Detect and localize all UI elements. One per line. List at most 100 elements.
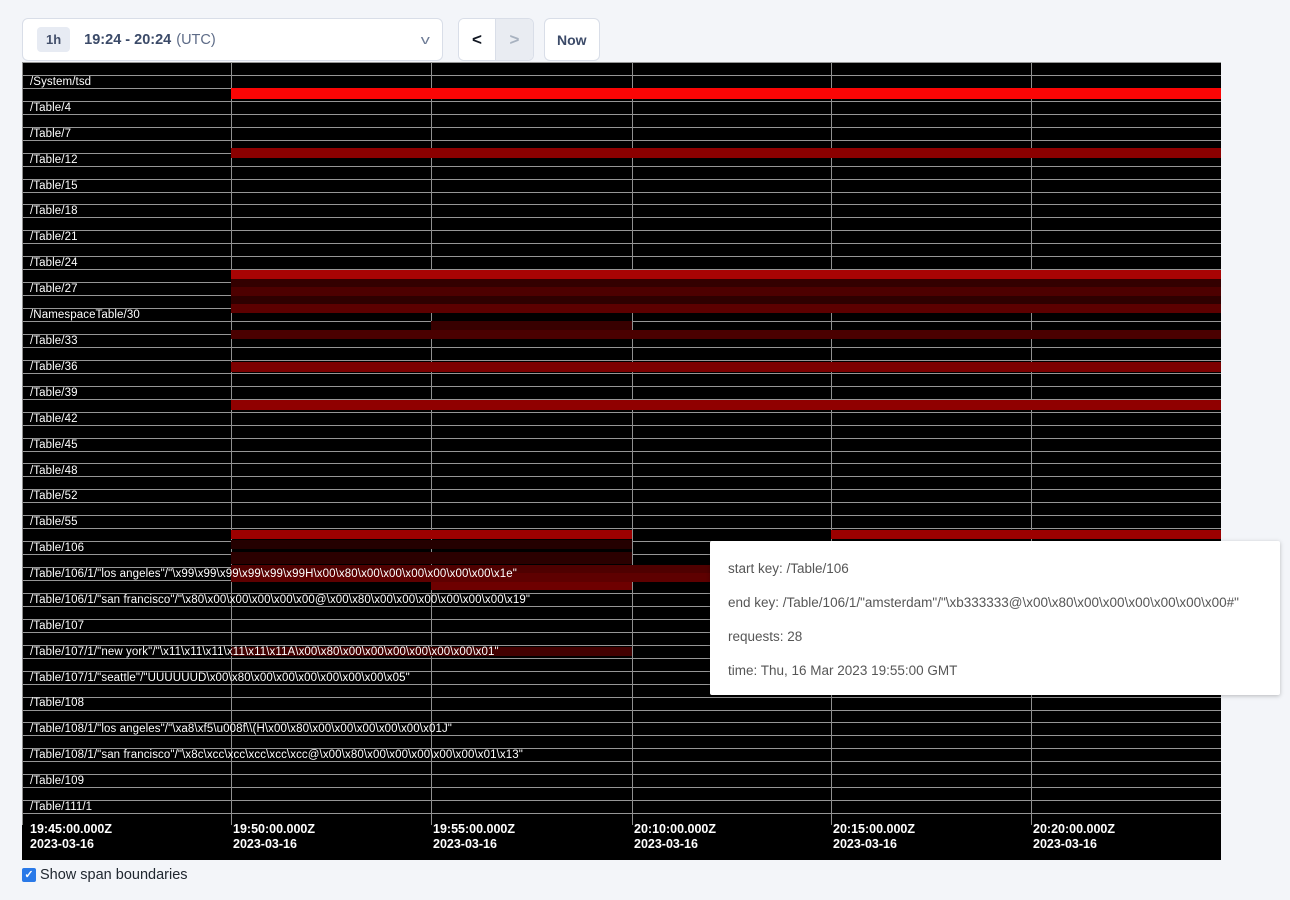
span-boundary-line — [22, 774, 1221, 775]
tooltip-time: time: Thu, 16 Mar 2023 19:55:00 GMT — [728, 654, 1262, 688]
row-key-label: /Table/106/1/"san francisco"/"\x80\x00\x… — [30, 594, 530, 607]
axis-tick-time: 20:10:00.000Z — [634, 822, 716, 837]
time-gridline — [231, 62, 232, 825]
heat-band — [231, 362, 1221, 372]
heat-band — [231, 287, 1221, 296]
row-key-label: /Table/107/1/"new york"/"\x11\x11\x11\x1… — [30, 646, 499, 659]
axis-tick-date: 2023-03-16 — [833, 837, 915, 852]
span-boundary-line — [22, 697, 1221, 698]
time-range-badge: 1h — [37, 27, 70, 52]
row-key-label: /Table/21 — [30, 231, 78, 244]
span-boundary-line — [22, 412, 1221, 413]
span-boundary-line — [22, 166, 1221, 167]
heatmap[interactable]: /System/tsd/Table/4/Table/7/Table/12/Tab… — [22, 62, 1221, 860]
heat-band — [231, 330, 1221, 339]
tooltip-requests: requests: 28 — [728, 620, 1262, 654]
row-key-label: /Table/107/1/"seattle"/"UUUUUUD\x00\x80\… — [30, 672, 410, 685]
axis-tick-time: 19:45:00.000Z — [30, 822, 112, 837]
time-range-text: 19:24 - 20:24 — [84, 32, 171, 48]
heat-band — [231, 530, 632, 539]
span-boundary-line — [22, 451, 1221, 452]
row-key-label: /Table/7 — [30, 128, 71, 141]
heatmap-tooltip: start key: /Table/106 end key: /Table/10… — [710, 541, 1280, 695]
row-key-label: /NamespaceTable/30 — [30, 309, 140, 322]
heat-band — [231, 552, 632, 564]
span-boundary-line — [22, 800, 1221, 801]
tooltip-end-key: end key: /Table/106/1/"amsterdam"/"\xb33… — [728, 586, 1262, 620]
show-span-boundaries-row: ✓ Show span boundaries — [22, 867, 188, 883]
row-key-label: /Table/106/1/"los angeles"/"\x99\x99\x99… — [30, 568, 517, 581]
row-key-label: /Table/33 — [30, 335, 78, 348]
axis-tick-label: 19:55:00.000Z2023-03-16 — [433, 822, 515, 852]
row-key-label: /Table/55 — [30, 516, 78, 529]
row-key-label: /Table/27 — [30, 283, 78, 296]
axis-tick-label: 19:50:00.000Z2023-03-16 — [233, 822, 315, 852]
axis-tick-date: 2023-03-16 — [433, 837, 515, 852]
axis-tick-date: 2023-03-16 — [1033, 837, 1115, 852]
span-boundary-line — [22, 386, 1221, 387]
heat-band — [431, 582, 632, 590]
axis-tick-date: 2023-03-16 — [30, 837, 112, 852]
row-key-label: /Table/48 — [30, 465, 78, 478]
heat-band — [231, 296, 1221, 304]
row-key-label: /System/tsd — [30, 76, 91, 89]
span-boundary-line — [22, 710, 1221, 711]
span-boundary-line — [22, 256, 1221, 257]
heat-band — [231, 400, 1221, 410]
next-time-button[interactable]: > — [496, 19, 533, 60]
time-gridline — [632, 62, 633, 825]
span-boundary-line — [22, 192, 1221, 193]
row-key-label: /Table/4 — [30, 102, 71, 115]
row-key-label: /Table/111/1 — [30, 801, 92, 814]
span-boundary-line — [22, 373, 1221, 374]
span-boundary-line — [22, 813, 1221, 814]
span-boundary-line — [22, 489, 1221, 490]
axis-tick-date: 2023-03-16 — [634, 837, 716, 852]
row-key-label: /Table/107 — [30, 620, 84, 633]
heat-band — [231, 88, 1221, 99]
row-key-label: /Table/108 — [30, 697, 84, 710]
row-key-label: /Table/24 — [30, 257, 78, 270]
row-key-label: /Table/36 — [30, 361, 78, 374]
span-boundary-line — [22, 179, 1221, 180]
time-gridline — [831, 62, 832, 825]
heat-band — [231, 540, 632, 549]
span-boundary-line — [22, 127, 1221, 128]
axis-tick-label: 19:45:00.000Z2023-03-16 — [30, 822, 112, 852]
time-gridline — [22, 62, 23, 825]
span-boundary-line — [22, 62, 1221, 63]
span-boundary-line — [22, 515, 1221, 516]
row-key-label: /Table/18 — [30, 205, 78, 218]
span-boundary-line — [22, 360, 1221, 361]
span-boundary-line — [22, 502, 1221, 503]
time-gridline — [431, 62, 432, 825]
heat-band — [231, 304, 1221, 313]
span-boundary-line — [22, 425, 1221, 426]
span-boundary-line — [22, 217, 1221, 218]
axis-tick-time: 20:20:00.000Z — [1033, 822, 1115, 837]
span-boundary-line — [22, 528, 1221, 529]
now-button[interactable]: Now — [544, 18, 600, 61]
span-boundary-line — [22, 476, 1221, 477]
axis-tick-label: 20:20:00.000Z2023-03-16 — [1033, 822, 1115, 852]
show-span-boundaries-checkbox[interactable]: ✓ — [22, 868, 36, 882]
span-boundary-line — [22, 463, 1221, 464]
tooltip-start-key: start key: /Table/106 — [728, 552, 1262, 586]
show-span-boundaries-label: Show span boundaries — [40, 867, 188, 883]
axis-tick-time: 19:50:00.000Z — [233, 822, 315, 837]
row-key-label: /Table/108/1/"san francisco"/"\x8c\xcc\x… — [30, 749, 523, 762]
time-range-select[interactable]: 1h 19:24 - 20:24 (UTC) v — [22, 18, 443, 61]
row-key-label: /Table/15 — [30, 180, 78, 193]
row-key-label: /Table/12 — [30, 154, 78, 167]
span-boundary-line — [22, 75, 1221, 76]
time-nav-group: < > — [458, 18, 534, 61]
chevron-down-icon: v — [420, 32, 429, 47]
time-range-timezone: (UTC) — [176, 32, 215, 48]
axis-tick-date: 2023-03-16 — [233, 837, 315, 852]
span-boundary-line — [22, 101, 1221, 102]
row-key-label: /Table/108/1/"los angeles"/"\xa8\xf5\u00… — [30, 723, 452, 736]
row-key-label: /Table/39 — [30, 387, 78, 400]
span-boundary-line — [22, 230, 1221, 231]
prev-time-button[interactable]: < — [459, 19, 496, 60]
span-boundary-line — [22, 347, 1221, 348]
